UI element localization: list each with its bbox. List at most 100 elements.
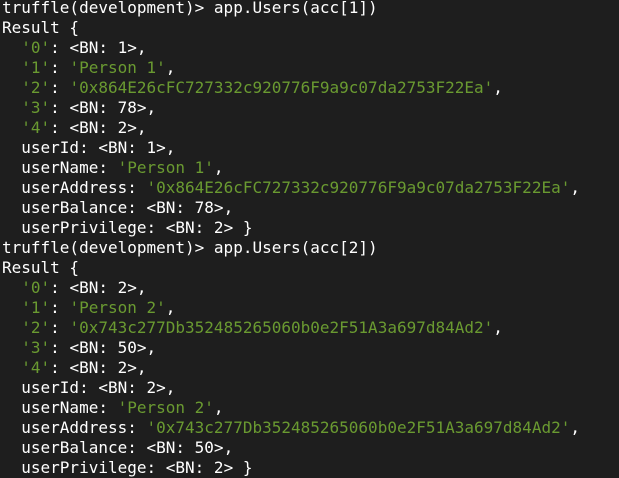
field-separator: :: [127, 438, 147, 457]
field-separator: :: [50, 58, 70, 77]
field-tail: ,: [136, 38, 147, 57]
field-value: <BN: 78>: [69, 98, 147, 117]
field-tail: ,: [493, 78, 503, 97]
field-key: '3': [21, 98, 51, 117]
result-field: '3': <BN: 50>,: [2, 338, 619, 358]
field-key: '0': [21, 38, 51, 57]
field-value: <BN: 2>: [165, 458, 234, 477]
field-tail: ,: [165, 378, 176, 397]
field-tail: ,: [570, 418, 580, 437]
result-field: '4': <BN: 2>,: [2, 358, 619, 378]
field-key: userAddress: [21, 178, 128, 197]
field-key: userPrivilege: [21, 218, 147, 237]
field-value: '0x743c277Db352485265060b0e2F51A3a697d84…: [69, 318, 494, 337]
field-key: '4': [21, 118, 51, 137]
field-value: 'Person 2': [117, 398, 214, 417]
field-separator: :: [50, 318, 70, 337]
field-tail: ,: [146, 338, 157, 357]
field-separator: :: [50, 298, 70, 317]
field-value: <BN: 1>: [69, 38, 137, 57]
field-tail: ,: [223, 198, 234, 217]
result-header: Result {: [2, 258, 619, 278]
field-value: 'Person 2': [69, 298, 166, 317]
field-separator: :: [146, 218, 166, 237]
command-line: truffle(development)> app.Users(acc[1]): [2, 0, 619, 18]
field-separator: :: [50, 38, 70, 57]
field-separator: :: [50, 278, 70, 297]
field-separator: :: [146, 458, 166, 477]
field-key: '1': [21, 58, 51, 77]
field-tail: ,: [165, 298, 176, 317]
field-key: userName: [21, 158, 99, 177]
result-field: userId: <BN: 1>,: [2, 138, 619, 158]
result-field: '1': 'Person 1',: [2, 58, 619, 78]
field-tail: ,: [165, 58, 176, 77]
result-field: '3': <BN: 78>,: [2, 98, 619, 118]
shell-prompt: truffle(development)>: [2, 0, 214, 17]
field-key: '2': [21, 78, 51, 97]
result-field: userBalance: <BN: 78>,: [2, 198, 619, 218]
command-text: app.Users(acc[2]): [213, 238, 378, 257]
field-separator: :: [127, 178, 147, 197]
field-tail: ,: [136, 278, 147, 297]
field-key: userAddress: [21, 418, 128, 437]
field-key: '1': [21, 298, 51, 317]
field-value: <BN: 2>: [98, 378, 166, 397]
field-tail: ,: [165, 138, 176, 157]
field-separator: :: [127, 418, 147, 437]
field-value: <BN: 2>: [69, 278, 137, 297]
field-separator: :: [127, 198, 147, 217]
field-separator: :: [50, 358, 70, 377]
field-key: '3': [21, 338, 51, 357]
field-separator: :: [50, 338, 70, 357]
field-separator: :: [50, 98, 70, 117]
result-field: '0': <BN: 2>,: [2, 278, 619, 298]
field-value: <BN: 2>: [69, 118, 137, 137]
field-value: 'Person 1': [117, 158, 214, 177]
field-tail: }: [233, 458, 253, 477]
command-text: app.Users(acc[1]): [213, 0, 378, 17]
result-field: userAddress: '0x864E26cFC727332c920776F9…: [2, 178, 619, 198]
result-header: Result {: [2, 18, 619, 38]
terminal-output[interactable]: truffle(development)> app.Users(acc[1]) R…: [2, 0, 619, 478]
field-value: '0x743c277Db352485265060b0e2F51A3a697d84…: [146, 418, 571, 437]
field-tail: }: [233, 218, 253, 237]
field-separator: :: [50, 78, 70, 97]
result-field: userName: 'Person 1',: [2, 158, 619, 178]
shell-prompt: truffle(development)>: [2, 238, 214, 257]
field-key: userId: [21, 378, 80, 397]
field-key: '0': [21, 278, 51, 297]
result-field: '0': <BN: 1>,: [2, 38, 619, 58]
field-tail: ,: [493, 318, 503, 337]
field-separator: :: [50, 118, 70, 137]
field-key: '4': [21, 358, 51, 377]
field-separator: :: [79, 378, 99, 397]
result-field: '4': <BN: 2>,: [2, 118, 619, 138]
field-separator: :: [79, 138, 99, 157]
field-tail: ,: [136, 358, 147, 377]
field-key: userBalance: [21, 438, 128, 457]
field-tail: ,: [136, 118, 147, 137]
field-value: <BN: 78>: [146, 198, 224, 217]
result-field: userPrivilege: <BN: 2> }: [2, 458, 619, 478]
field-key: userName: [21, 398, 99, 417]
field-separator: :: [98, 398, 118, 417]
field-tail: ,: [213, 398, 224, 417]
